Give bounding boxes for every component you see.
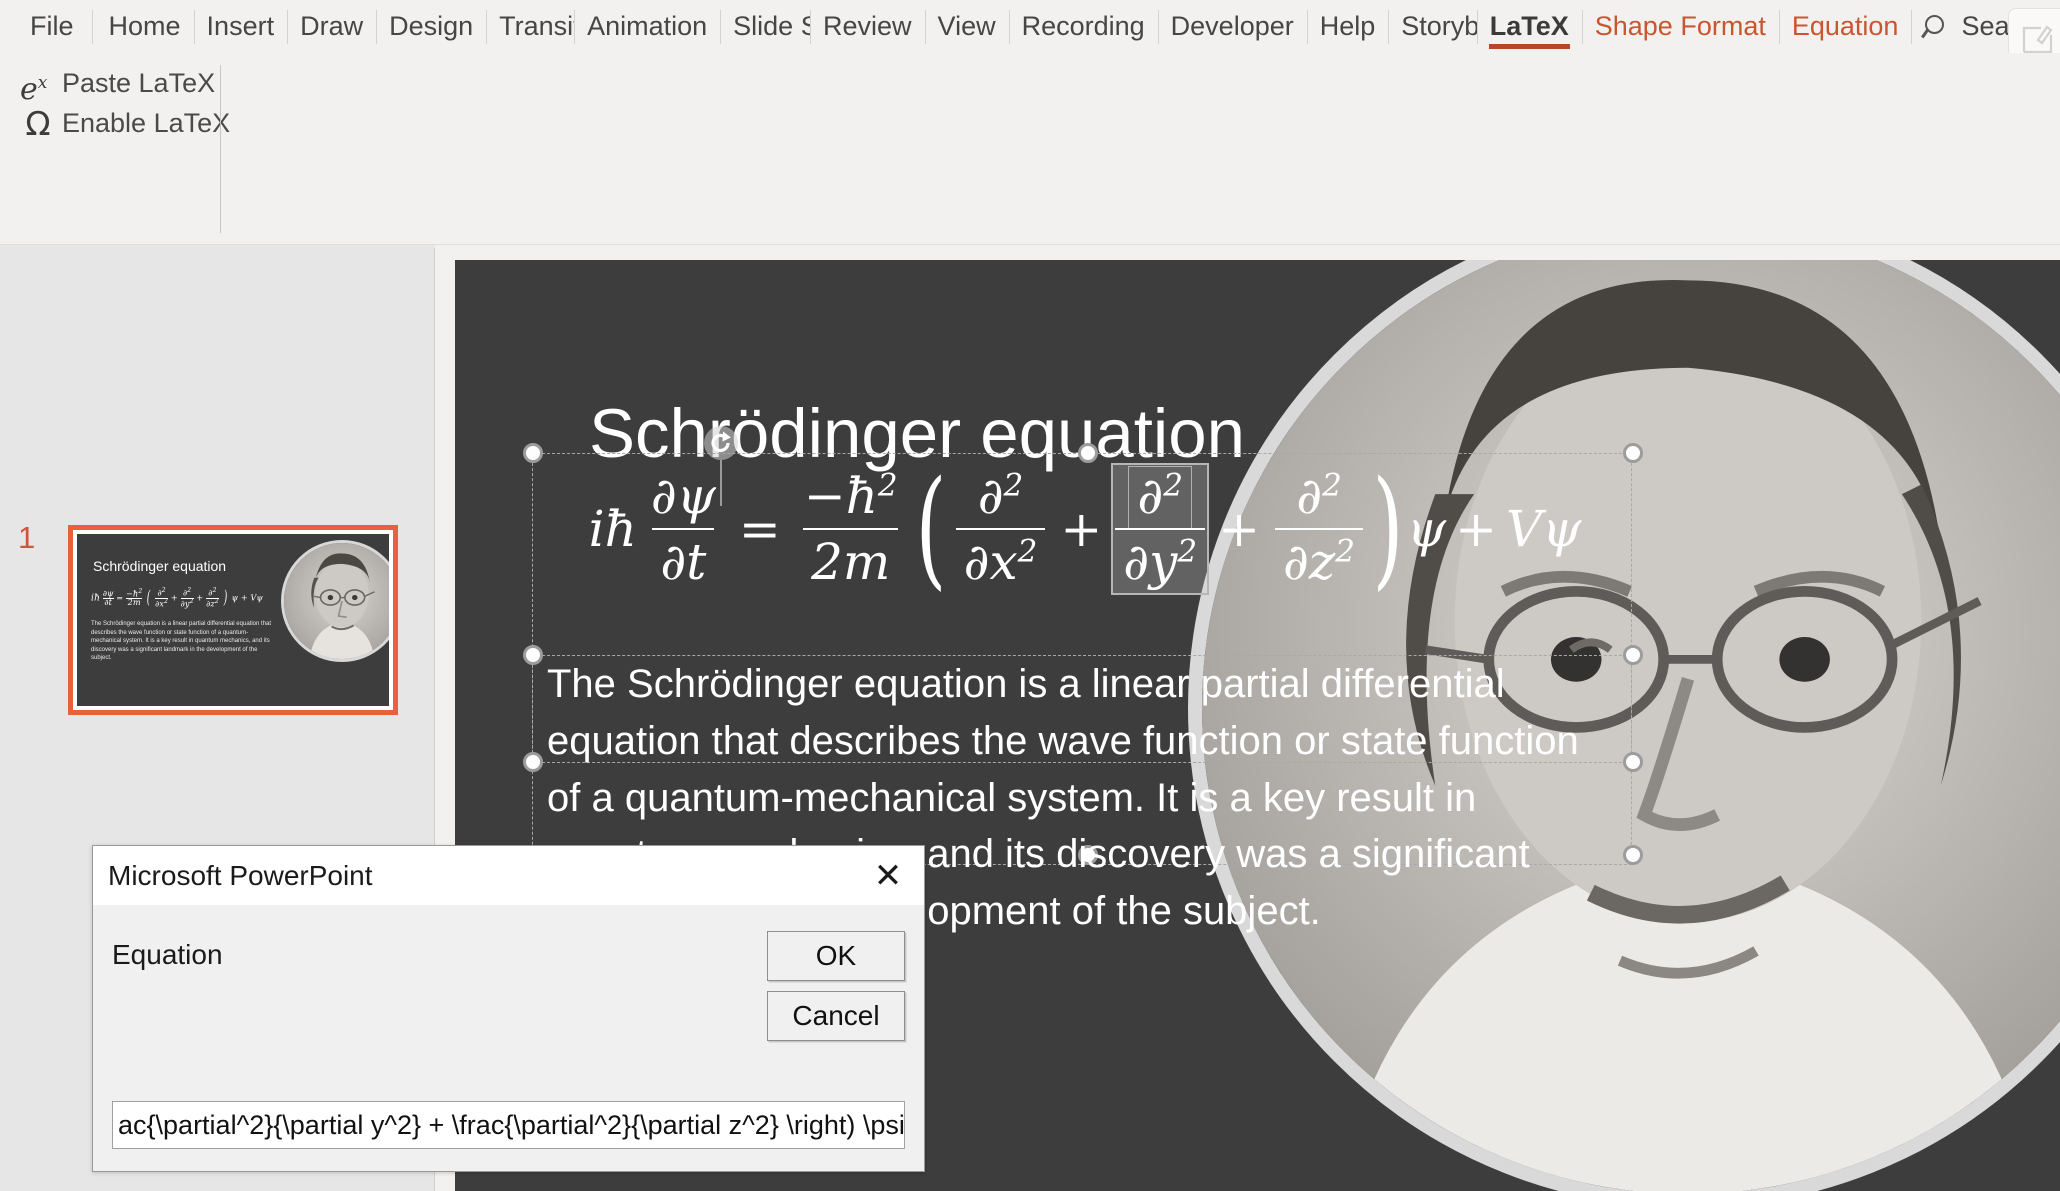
body-resize-handle-br[interactable] <box>1623 845 1643 865</box>
tab-animation[interactable]: Animation <box>574 0 720 53</box>
enable-latex-label: Enable LaTeX <box>62 107 231 138</box>
tab-help[interactable]: Help <box>1306 0 1389 53</box>
eq-frac-d2-dx2[interactable]: ∂2 ∂x2 <box>955 467 1046 591</box>
eq-frac-num: ∂2 <box>1128 466 1193 529</box>
body-resize-handle-mr[interactable] <box>1623 752 1643 772</box>
eq-plus-3: + <box>1455 500 1498 558</box>
body-resize-handle-tr[interactable] <box>1623 645 1643 665</box>
dialog-prompt-label: Equation <box>112 939 223 970</box>
slide-number: 1 <box>18 520 36 555</box>
tab-equation[interactable]: Equation <box>1778 0 1912 53</box>
eq-hbar: ħ <box>604 500 637 558</box>
tab-storyboard[interactable]: Storyboard <box>1388 0 1477 53</box>
eq-equals: = <box>738 500 781 558</box>
tab-draw[interactable]: Draw <box>287 0 376 53</box>
eq-i: i <box>588 500 605 558</box>
equation-content[interactable]: iħ ∂ψ ∂t = −ħ2 2m ( ∂2 ∂x2 + ∂2 ∂y2 + ∂2… <box>555 453 1615 603</box>
eq-psi: ψ <box>1406 500 1447 558</box>
eq-frac-d2-dy2-selected[interactable]: ∂2 ∂y2 <box>1111 463 1210 595</box>
dialog-title: Microsoft PowerPoint <box>108 859 373 891</box>
tab-label: Design <box>389 11 474 41</box>
eq-frac-d2-dz2[interactable]: ∂2 ∂z2 <box>1275 467 1363 591</box>
slide-thumbnail-1[interactable]: Schrödinger equation iħ ∂ψ ∂t = −ħ2 2m (… <box>68 525 398 715</box>
search-icon <box>1924 14 1948 39</box>
dialog-title-bar[interactable]: Microsoft PowerPoint ✕ <box>93 846 924 905</box>
eq-paren-open: ( <box>915 453 947 603</box>
tab-label: Help <box>1319 11 1376 41</box>
eq-psi-2: ψ <box>1542 500 1582 558</box>
tab-label: Recording <box>1021 11 1145 41</box>
tab-label: Draw <box>300 11 364 41</box>
ribbon-group-latex: ex Paste LaTeX Ω Enable LaTeX LaTeX <box>0 53 230 297</box>
eq-frac-den: ∂z2 <box>1275 528 1363 591</box>
tab-label: Review <box>823 11 912 41</box>
tab-view[interactable]: View <box>924 0 1009 53</box>
eq-frac-dpsi-dt[interactable]: ∂ψ ∂t <box>643 467 724 591</box>
tab-label: File <box>30 11 74 41</box>
tab-label: Slide Show <box>733 11 811 41</box>
eq-frac-hbar2-2m[interactable]: −ħ2 2m <box>796 467 906 591</box>
resize-handle-tc[interactable] <box>1078 443 1098 463</box>
eq-paren-close: ) <box>1372 453 1404 603</box>
tab-shape-format[interactable]: Shape Format <box>1581 0 1779 53</box>
tab-design[interactable]: Design <box>376 0 486 53</box>
ok-button[interactable]: OK <box>767 931 905 981</box>
cancel-button[interactable]: Cancel <box>767 991 905 1041</box>
tab-recording[interactable]: Recording <box>1008 0 1158 53</box>
powerpoint-window: File Home Insert Draw Design Transitions… <box>0 0 2060 1191</box>
eq-V: V <box>1506 500 1543 558</box>
thumbnail-equation: iħ ∂ψ ∂t = −ħ2 2m ( ∂2 ∂x2 + ∂2 ∂y2 + ∂2… <box>91 587 263 609</box>
tab-slide-show[interactable]: Slide Show <box>720 0 810 53</box>
tab-label: View <box>937 11 996 41</box>
tab-label: Home <box>108 11 181 41</box>
resize-handle-tr[interactable] <box>1623 443 1643 463</box>
ribbon-tab-bar: File Home Insert Draw Design Transitions… <box>0 0 2060 70</box>
powerpoint-input-dialog[interactable]: Microsoft PowerPoint ✕ Equation OK Cance… <box>92 845 925 1172</box>
equation-input-field[interactable]: ac{\partial^2}{\partial y^2} + \frac{\pa… <box>112 1101 905 1149</box>
tab-insert[interactable]: Insert <box>193 0 288 53</box>
thumbnail-canvas: Schrödinger equation iħ ∂ψ ∂t = −ħ2 2m (… <box>77 534 389 706</box>
thumbnail-body: The Schrödinger equation is a linear par… <box>91 621 272 662</box>
tab-file[interactable]: File <box>0 0 96 53</box>
enable-latex-button[interactable]: Ω Enable LaTeX <box>14 103 236 143</box>
tab-label: Animation <box>587 11 708 41</box>
eq-frac-num: ∂2 <box>977 467 1024 525</box>
tab-label: Transitions <box>499 11 574 41</box>
equation-input-value: ac{\partial^2}{\partial y^2} + \frac{\pa… <box>118 1109 905 1140</box>
paste-latex-button[interactable]: ex Paste LaTeX <box>14 63 221 108</box>
tab-label: Insert <box>206 11 275 41</box>
tab-developer[interactable]: Developer <box>1157 0 1307 53</box>
active-tab-underline <box>1488 44 1570 49</box>
resize-handle-tl[interactable] <box>523 443 543 463</box>
tab-latex[interactable]: LaTeX <box>1476 0 1582 53</box>
tab-transitions[interactable]: Transitions <box>486 0 574 53</box>
eq-frac-num: ∂2 <box>1296 467 1342 525</box>
body-resize-handle-ml[interactable] <box>523 752 543 772</box>
tab-label: Developer <box>1170 11 1294 41</box>
tab-home[interactable]: Home <box>91 0 194 53</box>
tab-label: Storyboard <box>1401 11 1477 41</box>
paste-latex-label: Paste LaTeX <box>62 67 216 98</box>
eq-frac-den: ∂y2 <box>1115 528 1206 591</box>
omega-icon: Ω <box>25 104 51 143</box>
eq-plus-1: + <box>1060 500 1103 558</box>
tab-label: Equation <box>1791 11 1899 41</box>
thumbnail-title: Schrödinger equation <box>93 558 227 574</box>
close-icon[interactable]: ✕ <box>866 856 910 896</box>
eq-frac-den: ∂t <box>652 528 715 591</box>
thumbnail-portrait <box>281 540 389 662</box>
eq-frac-num: −ħ2 <box>803 467 898 525</box>
eq-plus-2: + <box>1218 500 1261 558</box>
ribbon-group-divider <box>220 65 221 233</box>
tab-label: LaTeX <box>1489 11 1569 41</box>
body-resize-handle-tl[interactable] <box>523 645 543 665</box>
tab-label: Shape Format <box>1594 11 1766 41</box>
eq-frac-den: 2m <box>803 528 899 591</box>
e-superscript-x-icon: ex <box>20 72 48 107</box>
tab-review[interactable]: Review <box>810 0 925 53</box>
eq-frac-num: ∂ψ <box>650 467 716 525</box>
eq-frac-den: ∂x2 <box>955 528 1046 591</box>
ribbon-body: ex Paste LaTeX Ω Enable LaTeX LaTeX <box>0 53 2060 297</box>
